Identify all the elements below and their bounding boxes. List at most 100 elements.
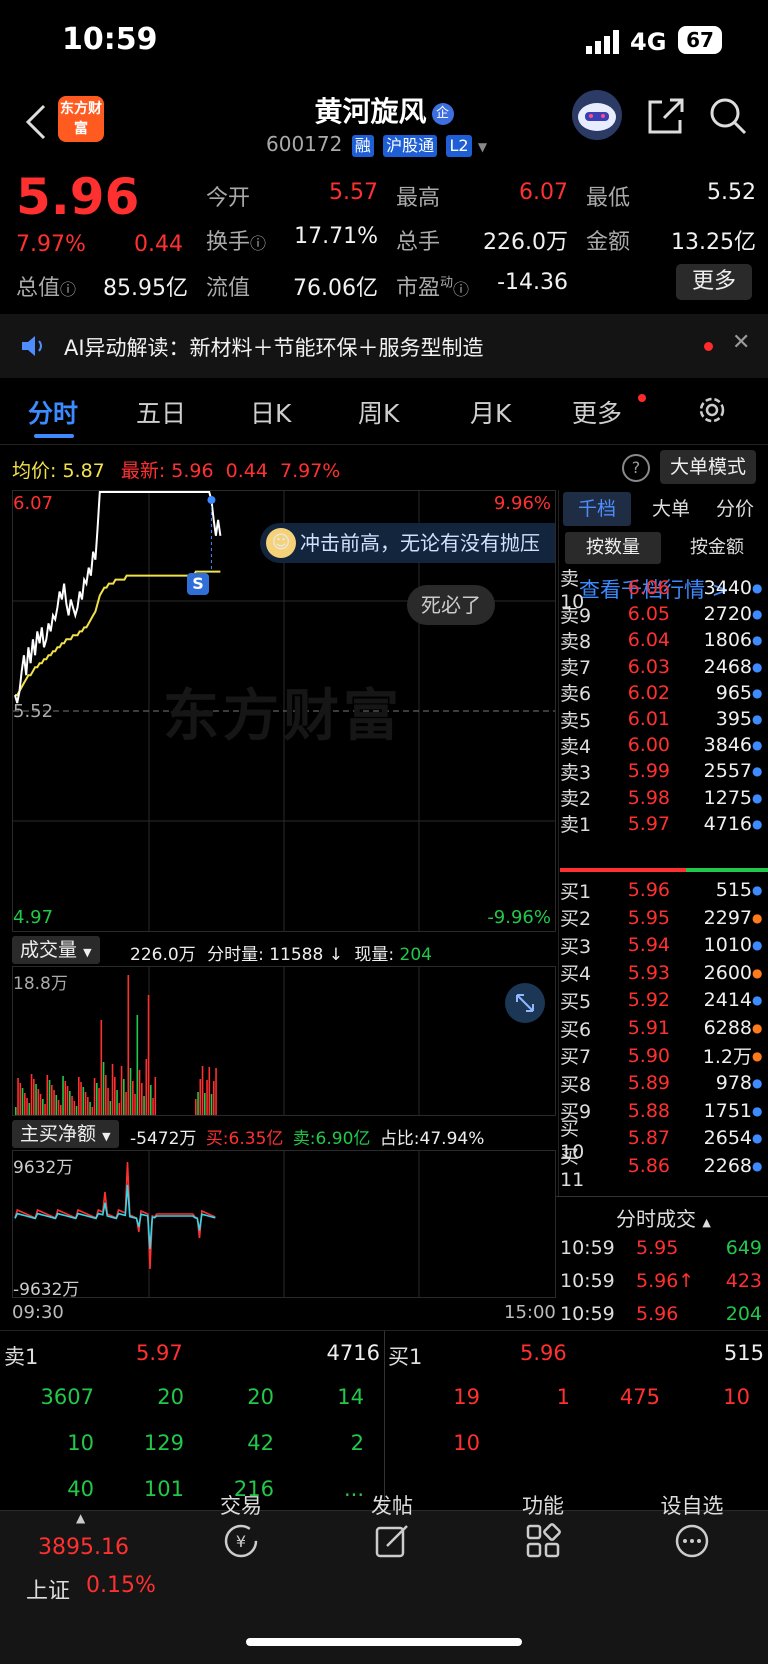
- volume-bar: [62, 1076, 64, 1115]
- chevron-up-icon: ▲: [702, 1216, 711, 1229]
- net-buy-indicator-select[interactable]: 主买净额 ▼: [12, 1120, 119, 1148]
- bid-row[interactable]: 买4 5.93 2600 ●: [560, 959, 768, 987]
- tab-five-day[interactable]: 五日: [136, 394, 186, 430]
- volume-bar: [80, 1082, 82, 1115]
- dot-icon: ●: [752, 910, 763, 925]
- bid-price: 5.93: [627, 961, 670, 984]
- volume-bar: [84, 1092, 87, 1115]
- trade-icon[interactable]: ¥: [222, 1522, 260, 1564]
- pct-bottom-label: -9.96%: [487, 907, 551, 928]
- big-order-mode-button[interactable]: 大单模式: [660, 450, 756, 484]
- ai-banner[interactable]: AI异动解读：新材料＋节能环保＋服务型制造 ✕: [0, 314, 768, 378]
- ask-level-label: 卖3: [560, 761, 592, 784]
- nav-post[interactable]: 发帖: [332, 1490, 452, 1520]
- function-icon[interactable]: [524, 1522, 562, 1564]
- info-icon[interactable]: ⓘ: [250, 234, 266, 253]
- bid-price: 5.87: [627, 1127, 670, 1150]
- volume-bar: [19, 1083, 22, 1115]
- ask-row[interactable]: 卖5 6.01 395 ●: [560, 705, 768, 733]
- search-icon[interactable]: [708, 96, 748, 140]
- post-icon[interactable]: [373, 1522, 411, 1564]
- gear-icon[interactable]: [696, 394, 728, 430]
- tab-weekly-k[interactable]: 周K: [358, 394, 399, 430]
- tab-more[interactable]: 更多: [572, 394, 622, 430]
- trade-row: 10:59 5.96↑ 423: [556, 1270, 768, 1300]
- ask-row[interactable]: 卖1 5.97 4716 ●: [560, 810, 768, 838]
- ask-row[interactable]: 卖3 5.99 2557 ●: [560, 757, 768, 785]
- intraday-chart[interactable]: 东方财富 6.07 5.52 4.97 9.96% -9.96% ☺ 冲击前高，无…: [12, 490, 556, 932]
- net-buy-chart[interactable]: 9632万 -9632万: [12, 1150, 556, 1300]
- nav-trade[interactable]: 交易: [181, 1490, 301, 1520]
- chevron-down-icon[interactable]: ▼: [478, 140, 487, 154]
- close-icon[interactable]: ✕: [732, 330, 750, 355]
- volume-bar: [53, 1090, 55, 1115]
- expand-icon[interactable]: [505, 983, 545, 1023]
- tab-thousand-levels[interactable]: 千档: [563, 492, 631, 526]
- ask-row[interactable]: 卖6 6.02 965 ●: [560, 679, 768, 707]
- ask-row[interactable]: 卖2 5.98 1275 ●: [560, 784, 768, 812]
- bid-row[interactable]: 买11 5.86 2268 ●: [560, 1146, 768, 1191]
- trades-title[interactable]: 分时成交 ▲: [616, 1203, 711, 1232]
- volume-indicator-select[interactable]: 成交量 ▼: [12, 936, 100, 964]
- help-icon[interactable]: ?: [622, 454, 650, 482]
- volume-bar: [132, 1081, 134, 1115]
- sell-signal-marker[interactable]: S: [187, 573, 209, 595]
- tab-monthly-k[interactable]: 月K: [470, 394, 511, 430]
- sell-queue-item: 10: [67, 1431, 94, 1455]
- tab-intraday[interactable]: 分时: [28, 394, 78, 430]
- volume-bar: [109, 1101, 112, 1115]
- pe-value: -14.36: [497, 270, 568, 295]
- info-icon[interactable]: ⓘ: [453, 280, 469, 299]
- subtab-by-amount[interactable]: 按金额: [669, 532, 765, 564]
- bid-row[interactable]: 买1 5.96 515 ●: [560, 876, 768, 904]
- bid-row[interactable]: 买2 5.95 2297 ●: [560, 904, 768, 932]
- index-name[interactable]: 上证: [26, 1573, 70, 1605]
- ask-row[interactable]: 卖7 6.03 2468 ●: [560, 653, 768, 681]
- ask-qty: 4716: [703, 812, 752, 835]
- more-button[interactable]: 更多: [676, 264, 752, 300]
- ask-row[interactable]: 卖8 6.04 1806 ●: [560, 626, 768, 654]
- volume-value: 226.0万: [483, 230, 568, 255]
- nav-add-watchlist[interactable]: 设自选: [632, 1490, 752, 1520]
- watchlist-icon[interactable]: [673, 1522, 711, 1564]
- dot-icon: ●: [752, 883, 763, 897]
- trade-time: 10:59: [560, 1237, 615, 1259]
- volume-bar: [118, 1103, 121, 1115]
- bid-row[interactable]: 买7 5.90 1.2万 ●: [560, 1042, 768, 1070]
- volume-chart[interactable]: 18.8万: [12, 966, 556, 1116]
- index-pct[interactable]: 0.15%: [86, 1573, 156, 1598]
- trade-row: 10:59 5.95 649: [556, 1237, 768, 1267]
- ai-comment-bubble[interactable]: ☺ 冲击前高，无论有没有抛压: [260, 523, 555, 563]
- volume-bar: [30, 1074, 33, 1115]
- bid-row[interactable]: 买6 5.91 6288 ●: [560, 1014, 768, 1042]
- ask-row[interactable]: 卖4 6.00 3846 ●: [560, 731, 768, 759]
- ask-ratio-bar: [560, 868, 686, 872]
- bid-row[interactable]: 买5 5.92 2414 ●: [560, 986, 768, 1014]
- buy-amount-label: 买:: [205, 1129, 229, 1149]
- tab-price-distribution[interactable]: 分价: [703, 492, 767, 526]
- ai-comment-text: 冲击前高，无论有没有抛压: [300, 531, 540, 555]
- subtab-by-quantity[interactable]: 按数量: [565, 532, 661, 564]
- stock-code-row: 600172 融 沪股通 L2 ▼: [266, 132, 487, 157]
- ai-robot-avatar[interactable]: [572, 90, 622, 140]
- ask-row[interactable]: 卖10 6.06 3440 ●: [560, 568, 768, 613]
- nav-function[interactable]: 功能: [483, 1490, 603, 1520]
- share-icon[interactable]: [646, 96, 686, 140]
- tab-big-orders[interactable]: 大单: [641, 492, 701, 526]
- bid-qty: 2414: [703, 989, 752, 1012]
- bid-row[interactable]: 买8 5.89 978 ●: [560, 1069, 768, 1097]
- user-comment-bubble[interactable]: 死必了: [407, 585, 495, 625]
- index-value[interactable]: 3895.16: [38, 1535, 129, 1560]
- volume-bar: [138, 1070, 141, 1115]
- bid-price: 5.88: [627, 1099, 670, 1122]
- volume-bar: [208, 1067, 211, 1115]
- y-bottom-label: 4.97: [13, 907, 54, 928]
- volume-bar: [129, 1068, 132, 1115]
- buy1-qty: 515: [723, 1341, 764, 1365]
- ask-row[interactable]: 卖9 6.05 2720 ●: [560, 600, 768, 628]
- bid-row[interactable]: 买3 5.94 1010 ●: [560, 931, 768, 959]
- tab-more-dot: [638, 394, 646, 402]
- ask-qty: 2468: [703, 655, 752, 678]
- info-icon[interactable]: ⓘ: [60, 280, 76, 299]
- tab-daily-k[interactable]: 日K: [250, 394, 291, 430]
